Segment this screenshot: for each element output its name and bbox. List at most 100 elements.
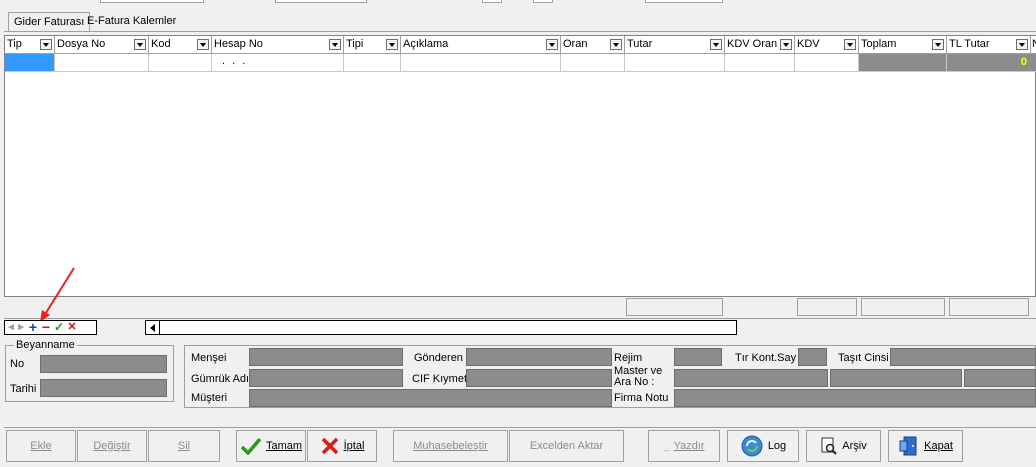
- mensei-field[interactable]: [249, 348, 403, 366]
- beyanname-tarihi-field[interactable]: [40, 379, 167, 397]
- ara-no-field-2[interactable]: [964, 369, 1036, 387]
- top-field-5[interactable]: [645, 0, 723, 3]
- scroll-left-icon[interactable]: [146, 321, 160, 334]
- column-header-tip[interactable]: Tip: [5, 36, 55, 54]
- excelden-aktar-label: Excelden Aktar: [529, 440, 604, 452]
- ekle-label: Ekle: [30, 440, 52, 452]
- cell-tutar[interactable]: [625, 54, 725, 72]
- yazdir-button[interactable]: _ Yazdır: [648, 430, 720, 462]
- next-record-icon[interactable]: ▸: [15, 321, 27, 334]
- column-header-kdv[interactable]: KDV: [795, 36, 859, 54]
- gonderen-label: Gönderen: [414, 352, 463, 364]
- tasit-cinsi-field[interactable]: [890, 348, 1036, 366]
- sil-button[interactable]: Sil: [148, 430, 220, 462]
- column-header-hesap-no[interactable]: Hesap No: [212, 36, 344, 54]
- column-header-toplam[interactable]: Toplam: [859, 36, 947, 54]
- cell-kdv[interactable]: [795, 54, 859, 72]
- column-header-oran[interactable]: Oran: [561, 36, 625, 54]
- master-ara-no-label: Master ve Ara No :: [614, 365, 663, 388]
- button-divider: [4, 427, 1036, 428]
- arsiv-label: Arşiv: [842, 440, 867, 452]
- gumruk-adi-field[interactable]: [249, 369, 403, 387]
- tab-e-fatura-kalemler[interactable]: E-Fatura Kalemler: [82, 13, 181, 30]
- tir-kont-say-label: Tır Kont.Say: [735, 352, 797, 364]
- document-search-icon: [821, 437, 837, 455]
- column-header-n[interactable]: N: [1031, 36, 1036, 54]
- chevron-down-icon[interactable]: [932, 39, 944, 50]
- column-header-kdv-oran[interactable]: KDV Oran: [725, 36, 795, 54]
- top-field-1[interactable]: [100, 0, 204, 3]
- total-tl-tutar-box: [949, 298, 1029, 316]
- master-field[interactable]: [674, 369, 828, 387]
- rejim-field[interactable]: [674, 348, 722, 366]
- cell-tip[interactable]: [5, 54, 55, 72]
- chevron-down-icon[interactable]: [780, 39, 792, 50]
- add-record-icon[interactable]: +: [27, 320, 39, 334]
- cell-kod[interactable]: [149, 54, 212, 72]
- beyanname-no-field[interactable]: [40, 355, 167, 373]
- log-button[interactable]: Log: [727, 430, 799, 462]
- beyanname-group: Beyanname No Tarihi: [5, 339, 174, 402]
- gonderen-field[interactable]: [466, 348, 612, 366]
- divider: [4, 318, 1036, 319]
- ekle-button[interactable]: Ekle: [6, 430, 76, 462]
- muhasebelestir-label: Muhasebeleştir: [413, 440, 488, 452]
- tir-kont-say-field[interactable]: [798, 348, 827, 366]
- cell-tl-tutar[interactable]: 0: [947, 54, 1036, 72]
- cell-kdv-oran[interactable]: [725, 54, 795, 72]
- top-field-2[interactable]: [275, 0, 367, 3]
- total-kdv-box: [797, 298, 857, 316]
- arsiv-button[interactable]: Arşiv: [806, 430, 881, 462]
- chevron-down-icon[interactable]: [40, 39, 52, 50]
- cell-aciklama[interactable]: [401, 54, 561, 72]
- chevron-down-icon[interactable]: [197, 39, 209, 50]
- muhasebelestir-button[interactable]: Muhasebeleştir: [393, 430, 508, 462]
- invoice-grid[interactable]: Tip Dosya No Kod Hesap No Tipi Açıklama …: [4, 35, 1036, 297]
- musteri-field[interactable]: [249, 389, 612, 407]
- sil-label: Sil: [177, 440, 191, 452]
- chevron-down-icon[interactable]: [329, 39, 341, 50]
- cell-dosya-no[interactable]: [55, 54, 149, 72]
- chevron-down-icon[interactable]: [710, 39, 722, 50]
- column-header-aciklama[interactable]: Açıklama: [401, 36, 561, 54]
- record-navigator: ◂ ▸ + − ✓ ✕: [4, 320, 97, 335]
- tasit-cinsi-label: Taşıt Cinsi: [838, 352, 889, 364]
- ara-no-field[interactable]: [830, 369, 962, 387]
- tab-gider-faturasi[interactable]: Gider Faturası: [8, 12, 91, 32]
- top-field-4[interactable]: [533, 0, 553, 3]
- chevron-down-icon[interactable]: [1016, 39, 1028, 50]
- cell-hesap-no[interactable]: . . .: [212, 54, 344, 72]
- total-toplam-box: [861, 298, 945, 316]
- column-header-tutar[interactable]: Tutar: [625, 36, 725, 54]
- cif-kiymet-field[interactable]: [466, 369, 612, 387]
- column-header-tipi[interactable]: Tipi: [344, 36, 401, 54]
- iptal-button[interactable]: İptal: [307, 430, 377, 462]
- chevron-down-icon[interactable]: [134, 39, 146, 50]
- column-header-tl-tutar[interactable]: TL Tutar: [947, 36, 1031, 54]
- top-field-3[interactable]: [482, 0, 502, 3]
- post-record-icon[interactable]: ✓: [53, 321, 65, 334]
- cancel-record-icon[interactable]: ✕: [66, 321, 78, 334]
- horizontal-scrollbar[interactable]: [145, 320, 737, 335]
- kapat-button[interactable]: Kapat: [888, 430, 963, 462]
- tamam-button[interactable]: Tamam: [236, 430, 306, 462]
- chevron-down-icon[interactable]: [610, 39, 622, 50]
- excelden-aktar-button[interactable]: Excelden Aktar: [509, 430, 624, 462]
- chevron-down-icon[interactable]: [546, 39, 558, 50]
- annotation-arrow-icon: [40, 267, 75, 322]
- column-header-kod[interactable]: Kod: [149, 36, 212, 54]
- column-header-dosya-no[interactable]: Dosya No: [55, 36, 149, 54]
- delete-record-icon[interactable]: −: [40, 320, 52, 334]
- chevron-down-icon[interactable]: [844, 39, 856, 50]
- cell-oran[interactable]: [561, 54, 625, 72]
- cif-kiymet-label: CIF Kıymet: [412, 373, 468, 385]
- firma-notu-field[interactable]: [674, 389, 1036, 407]
- yazdir-label: Yazdır: [673, 440, 705, 452]
- degistir-button[interactable]: Değiştir: [77, 430, 147, 462]
- cell-tipi[interactable]: [344, 54, 401, 72]
- top-strip: [0, 0, 1036, 6]
- checkmark-icon: [240, 437, 262, 455]
- total-tutar-box: [626, 298, 723, 316]
- cell-toplam[interactable]: [859, 54, 947, 72]
- chevron-down-icon[interactable]: [386, 39, 398, 50]
